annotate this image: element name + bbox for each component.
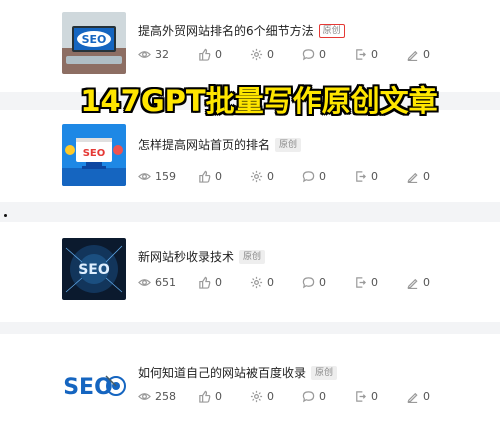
comment-icon xyxy=(302,277,315,289)
settings-stat[interactable]: 0 xyxy=(250,48,302,61)
forward-stat[interactable]: 0 xyxy=(354,48,406,61)
pencil-icon xyxy=(407,50,418,61)
eye-icon xyxy=(138,393,151,400)
forward-icon xyxy=(356,277,366,288)
comment-icon xyxy=(302,391,315,403)
thumbs-up-icon xyxy=(199,276,211,289)
settings-stat[interactable]: 0 xyxy=(250,390,302,403)
comment-icon xyxy=(302,171,315,183)
article-title[interactable]: 如何知道自己的网站被百度收录 xyxy=(138,364,306,381)
article-stats: 258 0 0 0 0 0 xyxy=(138,390,458,403)
article-stats: 651 0 0 0 0 0 xyxy=(138,276,458,289)
settings-stat[interactable]: 0 xyxy=(250,170,302,183)
original-badge: 原创 xyxy=(239,249,266,264)
edit-stat[interactable]: 0 xyxy=(406,390,458,403)
article-title[interactable]: 怎样提高网站首页的排名 xyxy=(138,136,270,153)
gear-icon xyxy=(250,276,263,289)
thumbnail-text: SEO xyxy=(83,148,106,159)
article-thumbnail[interactable]: SEO xyxy=(62,124,126,186)
bullet-dot xyxy=(4,214,7,217)
gear-icon xyxy=(250,48,263,61)
article-card[interactable]: SEO 如何知道自己的网站被百度收录 原创 258 0 0 0 0 0 xyxy=(0,334,500,448)
forward-icon xyxy=(356,171,366,182)
pencil-icon xyxy=(407,172,418,183)
pencil-icon xyxy=(407,392,418,403)
forward-stat[interactable]: 0 xyxy=(354,390,406,403)
comment-icon xyxy=(302,49,315,61)
article-thumbnail[interactable]: SEO xyxy=(62,12,126,74)
comments-stat[interactable]: 0 xyxy=(302,170,354,183)
article-card[interactable]: SEO 怎样提高网站首页的排名 原创 159 0 0 0 0 0 xyxy=(0,110,500,202)
thumbnail-text: SEO xyxy=(82,33,107,46)
likes-stat[interactable]: 0 xyxy=(198,48,250,61)
article-stats: 159 0 0 0 0 0 xyxy=(138,170,458,183)
article-title[interactable]: 新网站秒收录技术 xyxy=(138,248,234,265)
edit-stat[interactable]: 0 xyxy=(406,48,458,61)
forward-stat[interactable]: 0 xyxy=(354,170,406,183)
pencil-icon xyxy=(407,278,418,289)
edit-stat[interactable]: 0 xyxy=(406,276,458,289)
comments-stat[interactable]: 0 xyxy=(302,48,354,61)
thumbs-up-icon xyxy=(199,170,211,183)
likes-stat[interactable]: 0 xyxy=(198,170,250,183)
eye-icon xyxy=(138,279,151,286)
views-stat: 651 xyxy=(138,276,198,289)
article-stats: 32 0 0 0 0 0 xyxy=(138,48,458,61)
original-badge: 原创 xyxy=(318,23,345,38)
article-title[interactable]: 提高外贸网站排名的6个细节方法 xyxy=(138,22,314,39)
original-badge: 原创 xyxy=(275,137,302,152)
eye-icon xyxy=(138,173,151,180)
thumbnail-text: SEO xyxy=(63,375,113,400)
thumbnail-text: SEO xyxy=(78,262,110,278)
likes-stat[interactable]: 0 xyxy=(198,276,250,289)
thumbs-up-icon xyxy=(199,48,211,61)
overlay-title: 147GPT批量写作原创文章 xyxy=(80,84,438,118)
likes-stat[interactable]: 0 xyxy=(198,390,250,403)
views-stat: 32 xyxy=(138,48,198,61)
views-stat: 159 xyxy=(138,170,198,183)
article-thumbnail[interactable]: SEO xyxy=(62,238,126,300)
edit-stat[interactable]: 0 xyxy=(406,170,458,183)
comments-stat[interactable]: 0 xyxy=(302,276,354,289)
original-badge: 原创 xyxy=(311,365,338,380)
forward-icon xyxy=(356,49,366,60)
comments-stat[interactable]: 0 xyxy=(302,390,354,403)
gear-icon xyxy=(250,390,263,403)
forward-stat[interactable]: 0 xyxy=(354,276,406,289)
views-stat: 258 xyxy=(138,390,198,403)
thumbs-up-icon xyxy=(199,390,211,403)
article-thumbnail[interactable]: SEO xyxy=(62,354,126,416)
gear-icon xyxy=(250,170,263,183)
eye-icon xyxy=(138,51,151,58)
article-card[interactable]: SEO 新网站秒收录技术 原创 651 0 0 0 0 0 xyxy=(0,222,500,322)
forward-icon xyxy=(356,391,366,402)
settings-stat[interactable]: 0 xyxy=(250,276,302,289)
